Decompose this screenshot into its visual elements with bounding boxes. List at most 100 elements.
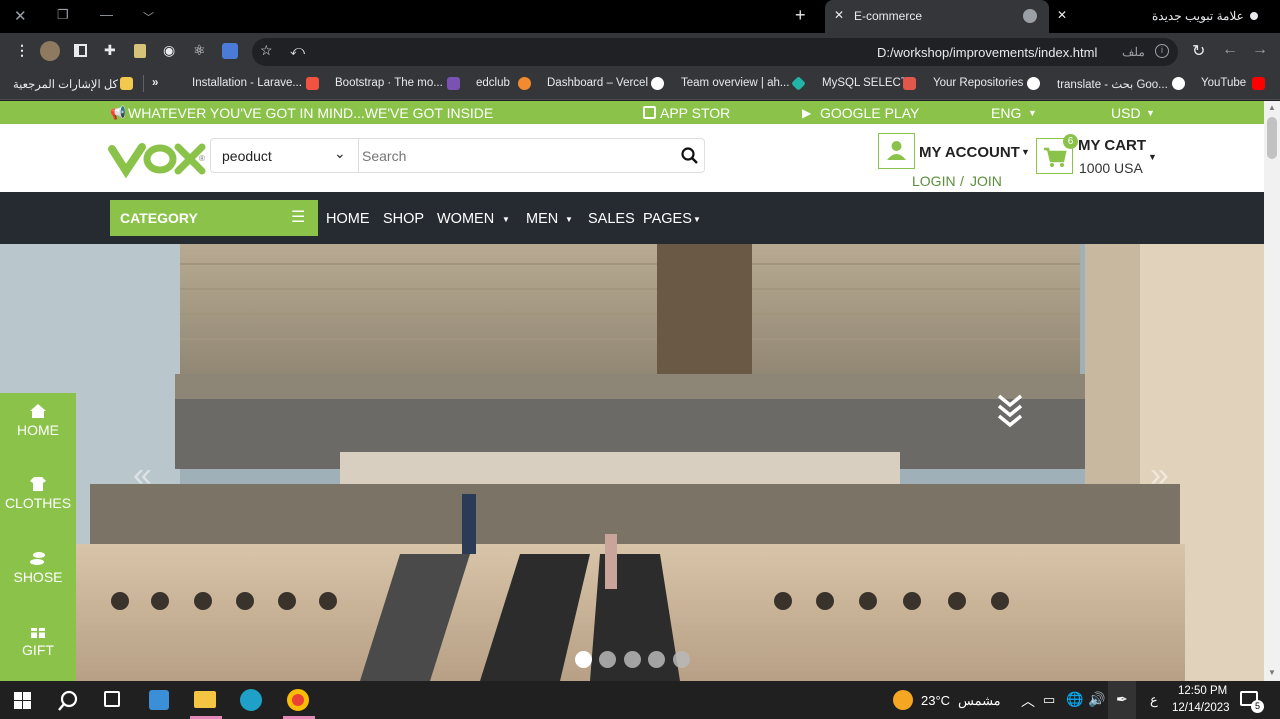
side-home[interactable]: HOME <box>0 403 76 438</box>
language-select[interactable]: ENG <box>991 105 1021 121</box>
my-cart-label[interactable]: MY CART <box>1078 137 1146 154</box>
side-shose[interactable]: SHOSE <box>0 550 76 585</box>
windows-start-icon[interactable] <box>14 692 31 709</box>
login-link[interactable]: LOGIN <box>912 173 956 189</box>
bookmark-bootstrap[interactable]: Bootstrap · The mo... <box>335 77 443 89</box>
carousel-dot[interactable] <box>673 651 690 668</box>
carousel-dot[interactable] <box>648 651 665 668</box>
tray-chevron-icon[interactable]: ︿ <box>1021 691 1035 711</box>
scroll-up-icon[interactable]: ▲ <box>1268 103 1276 112</box>
join-link[interactable]: JOIN <box>970 173 1002 189</box>
page-scrollbar[interactable] <box>1264 101 1280 681</box>
bookmark-github[interactable]: Your Repositories <box>933 77 1023 89</box>
bookmark-laravel[interactable]: Installation - Larave... <box>192 77 302 89</box>
carousel-prev-icon[interactable]: « <box>133 456 152 495</box>
globe-network-icon[interactable]: 🌐 <box>1066 691 1083 708</box>
nav-shop[interactable]: SHOP <box>383 211 424 227</box>
window-close-icon[interactable]: ✕ <box>14 7 27 25</box>
divider <box>143 75 144 92</box>
task-view-icon[interactable] <box>104 691 120 707</box>
nav-home[interactable]: HOME <box>326 211 370 227</box>
input-language[interactable]: ع <box>1150 692 1158 708</box>
nav-men[interactable]: MEN <box>526 211 558 227</box>
nav-women[interactable]: WOMEN <box>437 211 494 227</box>
extensions-icon[interactable]: ✚ <box>104 42 116 59</box>
vox-logo[interactable] <box>108 139 210 179</box>
tab-search-icon[interactable]: ﹀ <box>143 9 154 25</box>
side-clothes[interactable]: CLOTHES <box>0 476 76 511</box>
menu-dots-icon[interactable]: ⋮ <box>15 42 29 59</box>
bookmarks-more[interactable]: » <box>152 77 158 89</box>
search-icon[interactable] <box>681 147 698 164</box>
bookmark-mysql[interactable]: MySQL SELECT <box>822 77 908 89</box>
side-gift[interactable]: GIFT <box>0 623 76 658</box>
react-icon[interactable]: ⚛ <box>193 42 206 59</box>
category-button[interactable]: CATEGORY ☰ <box>110 200 318 236</box>
tab-new-tab[interactable]: علامة تبويب جديدة <box>1152 9 1244 23</box>
sidepanel-icon[interactable] <box>74 44 87 57</box>
my-account-label[interactable]: MY ACCOUNT <box>919 144 1020 161</box>
carousel-dot[interactable] <box>624 651 641 668</box>
chrome-taskbar-icon[interactable] <box>287 689 309 711</box>
window-minimize-icon[interactable]: — <box>100 7 113 22</box>
file-explorer-icon[interactable] <box>194 691 216 708</box>
carousel-dot[interactable] <box>575 651 592 668</box>
clock-time[interactable]: 12:50 PM <box>1178 685 1227 697</box>
user-icon <box>887 141 906 160</box>
bookmark-team[interactable]: Team overview | ah... <box>681 77 789 89</box>
tab-strip: ✕ ❐ — ﹀ + ✕ E-commerce ✕ علامة تبويب جدي… <box>0 0 1280 33</box>
bookmark-translate[interactable]: translate - بحث Goo... <box>1057 77 1168 91</box>
url-text[interactable]: D:/workshop/improvements/index.html <box>877 45 1097 60</box>
battery-icon[interactable]: ▭ <box>1043 692 1055 708</box>
bookmark-star-icon[interactable]: ☆ <box>260 42 273 59</box>
forward-icon[interactable]: → <box>1252 41 1268 59</box>
weather-text[interactable]: مشمس <box>958 693 1001 709</box>
avatar[interactable] <box>40 41 60 61</box>
category-select-value: peoduct <box>222 148 272 164</box>
tab-close-icon[interactable]: ✕ <box>1057 8 1067 22</box>
weather-temp[interactable]: 23°C <box>921 693 950 708</box>
store-icon[interactable] <box>149 690 169 710</box>
scroll-down-icon[interactable] <box>996 393 1024 429</box>
login-join-separator: / <box>960 173 964 189</box>
translate-icon[interactable] <box>222 43 238 59</box>
carousel-dot[interactable] <box>599 651 616 668</box>
share-icon[interactable]: ⤺ <box>290 42 305 59</box>
chrome-icon <box>1247 9 1261 23</box>
bookmark-vercel[interactable]: Dashboard – Vercel <box>547 77 648 89</box>
back-icon[interactable]: ← <box>1222 41 1238 59</box>
extension-icon[interactable] <box>134 44 146 58</box>
search-icon[interactable] <box>57 690 79 712</box>
clock-date[interactable]: 12/14/2023 <box>1172 702 1230 714</box>
edge-icon[interactable] <box>240 689 262 711</box>
account-icon-box[interactable] <box>878 133 915 169</box>
volume-icon[interactable]: 🔊 <box>1088 691 1105 708</box>
carousel-next-icon[interactable]: » <box>1150 456 1169 495</box>
scrollbar-thumb[interactable] <box>1267 117 1277 159</box>
tab-close-icon[interactable]: ✕ <box>834 8 844 22</box>
hamburger-icon: ☰ <box>291 209 306 226</box>
scroll-down-arrow-icon[interactable]: ▼ <box>1268 668 1276 677</box>
all-bookmarks[interactable]: كل الإشارات المرجعية <box>13 77 118 91</box>
window-restore-icon[interactable]: ❐ <box>57 7 69 23</box>
category-select[interactable]: peoduct ⌄ <box>210 138 359 173</box>
caret-down-icon: ▼ <box>1146 108 1155 118</box>
app-store-link[interactable]: APP STOR <box>660 105 730 121</box>
bookmark-youtube[interactable]: YouTube <box>1201 77 1246 89</box>
nav-sales[interactable]: SALES <box>588 211 635 227</box>
extension-circle-icon[interactable]: ◉ <box>163 42 175 59</box>
new-tab-icon[interactable]: + <box>795 5 806 26</box>
registered-mark: ® <box>199 154 205 163</box>
currency-select[interactable]: USD <box>1111 105 1141 121</box>
cart-total: 1000 USA <box>1079 160 1143 176</box>
edclub-icon <box>518 77 531 90</box>
nav-pages[interactable]: PAGES <box>643 211 692 227</box>
hero-carousel[interactable] <box>0 244 1264 681</box>
google-play-link[interactable]: GOOGLE PLAY <box>820 105 919 121</box>
tab-ecommerce[interactable]: ✕ E-commerce <box>825 0 1049 33</box>
info-icon[interactable]: i <box>1155 44 1169 58</box>
search-input[interactable] <box>358 138 705 173</box>
reload-icon[interactable]: ↻ <box>1192 41 1205 61</box>
side-clothes-label: CLOTHES <box>4 495 72 511</box>
bookmark-edclub[interactable]: edclub <box>476 77 510 89</box>
